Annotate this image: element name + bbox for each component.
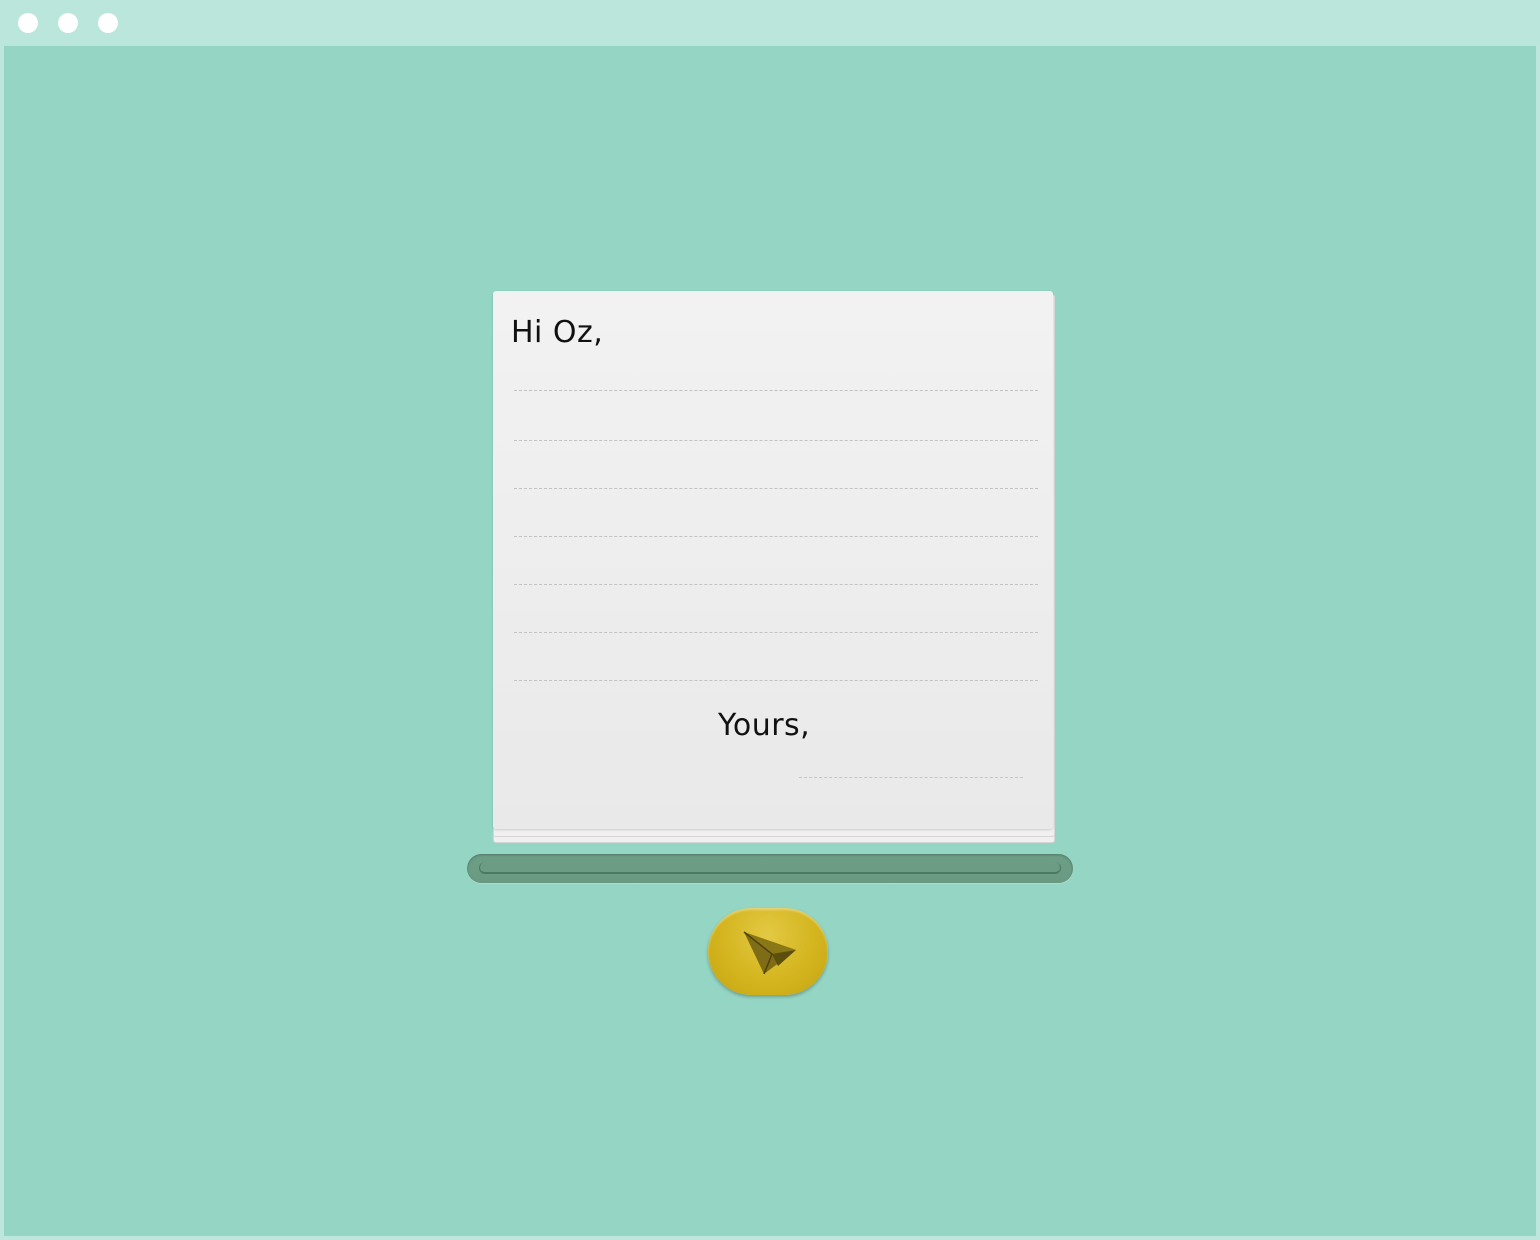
letter-body-line[interactable]: [514, 488, 1038, 489]
paper-plane-icon: [743, 931, 796, 975]
send-button[interactable]: [708, 908, 828, 995]
title-bar: [0, 0, 1540, 46]
letter-body-line[interactable]: [514, 536, 1038, 537]
minimize-window-button[interactable]: [58, 13, 78, 33]
letter-closing: Yours,: [718, 708, 811, 743]
signature-field[interactable]: [799, 777, 1023, 778]
close-window-button[interactable]: [18, 13, 38, 33]
letter-body-line[interactable]: [514, 680, 1038, 681]
letter-greeting[interactable]: Hi Oz,: [511, 315, 603, 350]
zoom-window-button[interactable]: [98, 13, 118, 33]
letter-body-line[interactable]: [514, 390, 1038, 391]
letter-body-line[interactable]: [514, 440, 1038, 441]
letter-paper[interactable]: Hi Oz, Yours,: [493, 291, 1053, 829]
mail-slot: [467, 854, 1073, 883]
letter-body-line[interactable]: [514, 584, 1038, 585]
mail-slot-opening: [479, 862, 1061, 874]
letter-body-line[interactable]: [514, 632, 1038, 633]
app-window: Hi Oz, Yours,: [0, 0, 1540, 1240]
